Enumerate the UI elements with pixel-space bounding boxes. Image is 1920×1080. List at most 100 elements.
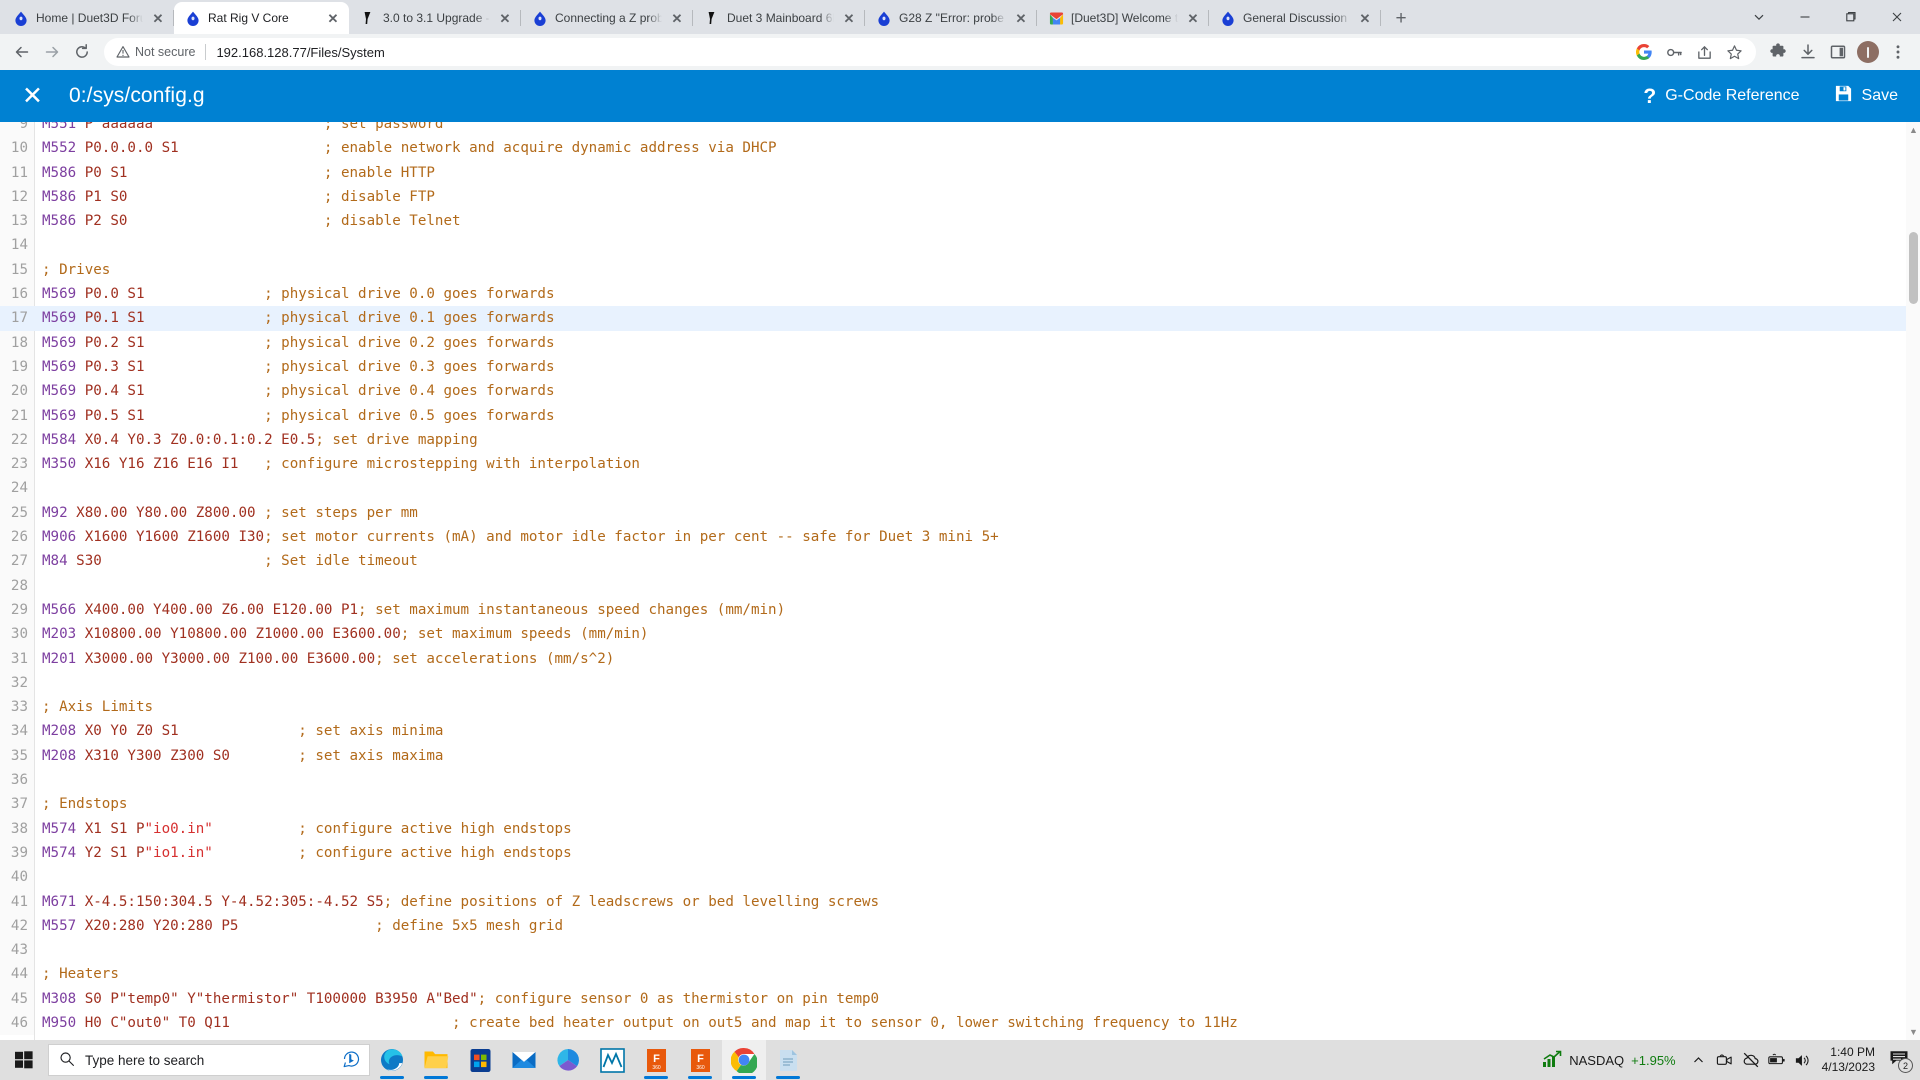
code-line[interactable]: 22 M584 X0.4 Y0.3 Z0.0:0.1:0.2 E0.5; set … xyxy=(0,427,1920,453)
code-line[interactable]: 41 M671 X-4.5:150:304.5 Y-4.52:305:-4.52 … xyxy=(0,889,1920,914)
code-line[interactable]: 20 M569 P0.4 S1 ; physical drive 0.4 goes… xyxy=(0,379,1920,404)
code-line[interactable]: 40 xyxy=(0,865,1920,890)
browser-tab-2[interactable]: 3.0 to 3.1 Upgrade - Rat Ri ✕ xyxy=(349,2,521,34)
notification-center-button[interactable]: 2 xyxy=(1884,1040,1914,1080)
code-line[interactable]: 32 xyxy=(0,670,1920,696)
meet-now-icon[interactable] xyxy=(1712,1040,1738,1080)
taskbar-mathworks-icon[interactable] xyxy=(590,1040,634,1080)
tab-close-button[interactable]: ✕ xyxy=(1013,10,1029,26)
code-line[interactable]: 26 M906 X1600 Y1600 Z1600 I30; set motor … xyxy=(0,525,1920,550)
code-line[interactable]: 43 xyxy=(0,938,1920,963)
profile-avatar-icon[interactable] xyxy=(1854,38,1882,66)
browser-tab-5[interactable]: G28 Z "Error: probe 0 not f ✕ xyxy=(865,2,1037,34)
code-line[interactable]: 42 M557 X20:280 Y20:280 P5 ; define 5x5 m… xyxy=(0,913,1920,939)
tab-close-button[interactable]: ✕ xyxy=(1357,10,1373,26)
code-line[interactable]: 44 ; Heaters xyxy=(0,962,1920,987)
clock[interactable]: 1:40 PM 4/13/2023 xyxy=(1816,1045,1884,1075)
save-button[interactable]: Save xyxy=(1834,84,1898,108)
code-line[interactable]: 14 xyxy=(0,233,1920,258)
chrome-menu-icon[interactable] xyxy=(1884,38,1912,66)
volume-icon[interactable] xyxy=(1790,1040,1816,1080)
battery-icon[interactable] xyxy=(1764,1040,1790,1080)
code-line[interactable]: 28 xyxy=(0,573,1920,598)
taskbar-notepad-icon[interactable] xyxy=(766,1040,810,1080)
code-line[interactable]: 34 M208 X0 Y0 Z0 S1 ; set axis minima xyxy=(0,719,1920,744)
code-lines[interactable]: 9 M551 P"aaaaaa" ; set password 10 M552 P0.… xyxy=(0,122,1920,1036)
code-line[interactable]: 35 M208 X310 Y300 Z300 S0 ; set axis maxi… xyxy=(0,743,1920,769)
browser-tab-3[interactable]: Connecting a Z probe | Du ✕ xyxy=(521,2,693,34)
extensions-puzzle-icon[interactable] xyxy=(1764,38,1792,66)
address-bar[interactable]: Not secure 192.168.128.77/Files/System xyxy=(104,38,1756,66)
editor-scrollbar-thumb[interactable] xyxy=(1909,232,1918,304)
minimize-button[interactable] xyxy=(1782,1,1828,33)
code-line[interactable]: 37 ; Endstops xyxy=(0,792,1920,817)
tab-close-button[interactable]: ✕ xyxy=(669,10,685,26)
gcode-reference-button[interactable]: ? G-Code Reference xyxy=(1643,86,1799,107)
browser-tab-1[interactable]: Rat Rig V Core ✕ xyxy=(174,2,349,34)
taskbar-file-explorer-icon[interactable] xyxy=(414,1040,458,1080)
code-line[interactable]: 17 M569 P0.1 S1 ; physical drive 0.1 goes… xyxy=(0,306,1920,331)
browser-tab-6[interactable]: [Duet3D] Welcome to Duet ✕ xyxy=(1037,2,1209,34)
share-icon[interactable] xyxy=(1690,38,1718,66)
forward-button[interactable] xyxy=(38,38,66,66)
code-line[interactable]: 16 M569 P0.0 S1 ; physical drive 0.0 goes… xyxy=(0,282,1920,307)
show-hidden-icons-chevron[interactable] xyxy=(1686,1040,1712,1080)
code-editor[interactable]: 9 M551 P"aaaaaa" ; set password 10 M552 P0.… xyxy=(0,122,1920,1040)
code-line[interactable]: 31 M201 X3000.00 Y3000.00 Z100.00 E3600.0… xyxy=(0,646,1920,671)
code-line[interactable]: 45 M308 S0 P"temp0" Y"thermistor" T100000… xyxy=(0,986,1920,1011)
taskbar-microsoft-store-icon[interactable] xyxy=(458,1040,502,1080)
code-line[interactable]: 11 M586 P0 S1 ; enable HTTP xyxy=(0,160,1920,185)
code-line[interactable]: 21 M569 P0.5 S1 ; physical drive 0.5 goes… xyxy=(0,403,1920,428)
taskbar-search-box[interactable]: Type here to search xyxy=(48,1044,370,1076)
onedrive-cloud-icon[interactable] xyxy=(1738,1040,1764,1080)
security-indicator[interactable]: Not secure xyxy=(116,45,195,59)
new-tab-button[interactable]: + xyxy=(1387,4,1415,32)
stock-widget[interactable]: NASDAQ +1.95% xyxy=(1532,1050,1685,1071)
code-line[interactable]: 29 M566 X400.00 Y400.00 Z6.00 E120.00 P1;… xyxy=(0,597,1920,623)
code-line[interactable]: 38 M574 X1 S1 P"io0.in" ; configure activ… xyxy=(0,816,1920,841)
bing-chat-icon[interactable] xyxy=(341,1049,361,1072)
taskbar-fusion360-icon-2[interactable]: F 360 xyxy=(678,1040,722,1080)
maximize-button[interactable] xyxy=(1828,1,1874,33)
password-key-icon[interactable] xyxy=(1660,38,1688,66)
tab-close-button[interactable]: ✕ xyxy=(1185,10,1201,26)
code-line[interactable]: 33 ; Axis Limits xyxy=(0,695,1920,720)
code-line[interactable]: 9 M551 P"aaaaaa" ; set password xyxy=(0,122,1920,137)
code-line[interactable]: 13 M586 P2 S0 ; disable Telnet xyxy=(0,209,1920,234)
start-button[interactable] xyxy=(0,1040,48,1080)
close-editor-button[interactable]: ✕ xyxy=(22,83,43,109)
taskbar-fusion360-icon[interactable]: F 360 xyxy=(634,1040,678,1080)
google-lens-icon[interactable] xyxy=(1630,38,1658,66)
code-line[interactable]: 23 M350 X16 Y16 Z16 E16 I1 ; configure mi… xyxy=(0,452,1920,477)
browser-tab-0[interactable]: Home | Duet3D Forum ✕ xyxy=(2,2,174,34)
taskbar-mail-icon[interactable] xyxy=(502,1040,546,1080)
tab-close-button[interactable]: ✕ xyxy=(325,10,341,26)
code-line[interactable]: 24 xyxy=(0,476,1920,501)
close-window-button[interactable] xyxy=(1874,1,1920,33)
code-line[interactable]: 36 xyxy=(0,768,1920,793)
taskbar-edge-icon[interactable] xyxy=(370,1040,414,1080)
tab-close-button[interactable]: ✕ xyxy=(150,10,166,26)
code-line[interactable]: 25 M92 X80.00 Y80.00 Z800.00 ; set steps … xyxy=(0,500,1920,526)
code-line[interactable]: 30 M203 X10800.00 Y10800.00 Z1000.00 E360… xyxy=(0,622,1920,647)
scroll-down-arrow[interactable]: ▼ xyxy=(1909,1027,1918,1037)
code-line[interactable]: 39 M574 Y2 S1 P"io1.in" ; configure activ… xyxy=(0,840,1920,866)
code-line[interactable]: 19 M569 P0.3 S1 ; physical drive 0.3 goes… xyxy=(0,354,1920,380)
back-button[interactable] xyxy=(8,38,36,66)
reload-button[interactable] xyxy=(68,38,96,66)
code-line[interactable]: 10 M552 P0.0.0.0 S1 ; enable network and … xyxy=(0,136,1920,161)
scroll-up-arrow[interactable]: ▲ xyxy=(1909,125,1918,135)
code-line[interactable]: 46 M950 H0 C"out0" T0 Q11 ; create bed he… xyxy=(0,1010,1920,1036)
tab-search-chevron-icon[interactable] xyxy=(1736,1,1782,33)
code-line[interactable]: 12 M586 P1 S0 ; disable FTP xyxy=(0,184,1920,210)
taskbar-chrome-icon[interactable] xyxy=(722,1040,766,1080)
bookmark-star-icon[interactable] xyxy=(1720,38,1748,66)
editor-scrollbar[interactable]: ▲ ▼ xyxy=(1906,122,1920,1040)
taskbar-onedrive-icon[interactable] xyxy=(546,1040,590,1080)
browser-tab-4[interactable]: Duet 3 Mainboard 6HC ✕ xyxy=(693,2,865,34)
downloads-icon[interactable] xyxy=(1794,38,1822,66)
tab-close-button[interactable]: ✕ xyxy=(841,10,857,26)
code-line[interactable]: 18 M569 P0.2 S1 ; physical drive 0.2 goes… xyxy=(0,330,1920,355)
code-line[interactable]: 15 ; Drives xyxy=(0,257,1920,283)
browser-tab-7[interactable]: General Discussion | Duet3 ✕ xyxy=(1209,2,1381,34)
